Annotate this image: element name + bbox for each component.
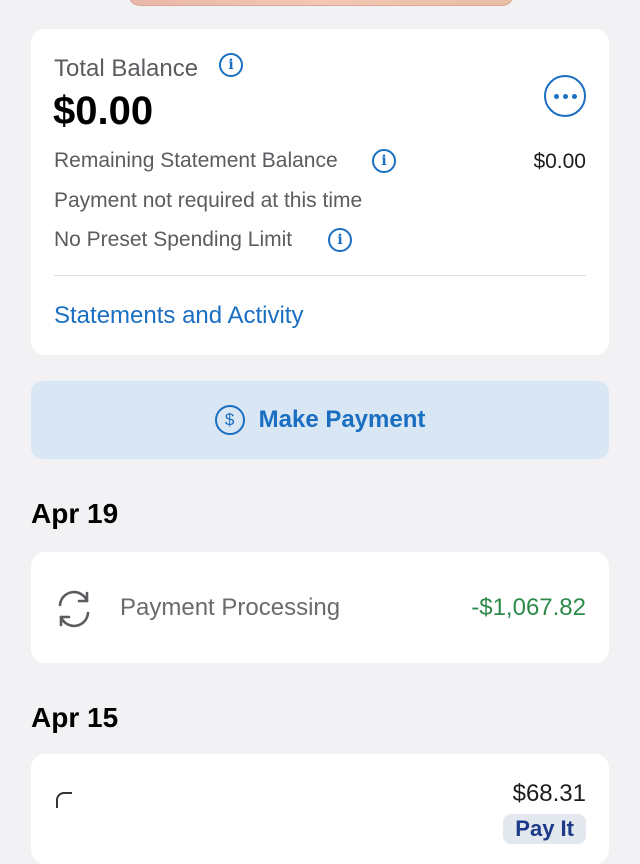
date-header: Apr 15 bbox=[31, 702, 119, 733]
more-options-button[interactable] bbox=[544, 75, 586, 117]
transaction-row[interactable]: $68.31 Pay It bbox=[31, 754, 609, 864]
date-header: Apr 19 bbox=[31, 498, 119, 529]
transaction-amount: -$1,067.82 bbox=[471, 594, 586, 621]
card-image-edge[interactable] bbox=[128, 0, 514, 6]
ellipsis-dot bbox=[553, 93, 559, 99]
info-icon[interactable]: i bbox=[372, 149, 396, 173]
total-balance-label: Total Balance bbox=[54, 55, 199, 82]
remaining-statement-label: Remaining Statement Balance bbox=[54, 149, 338, 172]
spending-limit-note: No Preset Spending Limit bbox=[54, 228, 293, 251]
info-icon[interactable]: i bbox=[219, 53, 243, 77]
merchant-icon bbox=[56, 792, 72, 808]
divider bbox=[54, 275, 586, 276]
info-icon[interactable]: i bbox=[328, 228, 352, 252]
statements-activity-link[interactable]: Statements and Activity bbox=[54, 302, 303, 330]
transaction-row[interactable]: Payment Processing -$1,067.82 bbox=[31, 552, 609, 663]
transaction-amount: $68.31 bbox=[512, 780, 586, 807]
dollar-circle-icon: $ bbox=[214, 405, 245, 435]
total-balance-value: $0.00 bbox=[53, 89, 154, 133]
remaining-statement-value: $0.00 bbox=[533, 150, 586, 173]
balance-card: Total Balance i $0.00 Remaining Statemen… bbox=[31, 29, 609, 355]
make-payment-button[interactable]: $ Make Payment bbox=[31, 381, 609, 459]
make-payment-label: Make Payment bbox=[258, 406, 426, 433]
pay-it-button[interactable]: Pay It bbox=[503, 814, 586, 844]
transaction-name: Payment Processing bbox=[120, 594, 341, 621]
ellipsis-dot bbox=[562, 93, 568, 99]
refresh-icon bbox=[58, 590, 90, 628]
ellipsis-dot bbox=[571, 93, 577, 99]
payment-note: Payment not required at this time bbox=[54, 189, 363, 212]
